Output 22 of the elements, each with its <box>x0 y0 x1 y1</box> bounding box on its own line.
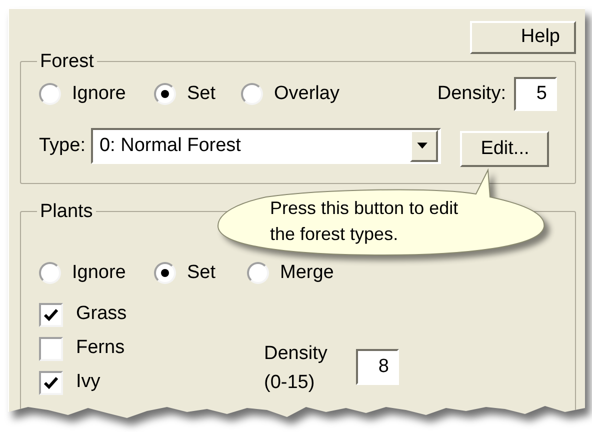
density-input[interactable]: 8 <box>356 348 399 384</box>
checkmark-icon <box>43 306 59 322</box>
radio-button[interactable]: Ignore <box>39 80 154 108</box>
density-label: Density: <box>437 82 506 106</box>
radio-button[interactable]: Overlay <box>241 80 371 108</box>
density-label: Density (0-15) <box>264 342 328 394</box>
checkbox[interactable]: Ferns <box>39 336 264 360</box>
checkmark-icon <box>43 374 59 390</box>
radio-button[interactable]: Ignore <box>39 259 154 288</box>
callout-text: Press this button to edit the forest types. <box>270 197 460 246</box>
radio-button[interactable]: Set <box>154 80 241 108</box>
radio-button[interactable]: Set <box>154 259 247 288</box>
checkbox[interactable]: Grass <box>39 302 264 326</box>
type-dropdown[interactable]: 0: Normal Forest <box>91 128 442 164</box>
group-label: Forest <box>39 52 95 71</box>
density-input[interactable]: 5 <box>514 77 557 111</box>
help-button[interactable]: Help <box>470 21 576 54</box>
edit-button[interactable]: Edit... <box>460 131 550 167</box>
radio-button[interactable]: Merge <box>247 259 347 288</box>
group-label: Plants <box>39 202 94 221</box>
checkbox[interactable]: Ivy <box>39 370 264 394</box>
type-label: Type: <box>39 134 86 158</box>
